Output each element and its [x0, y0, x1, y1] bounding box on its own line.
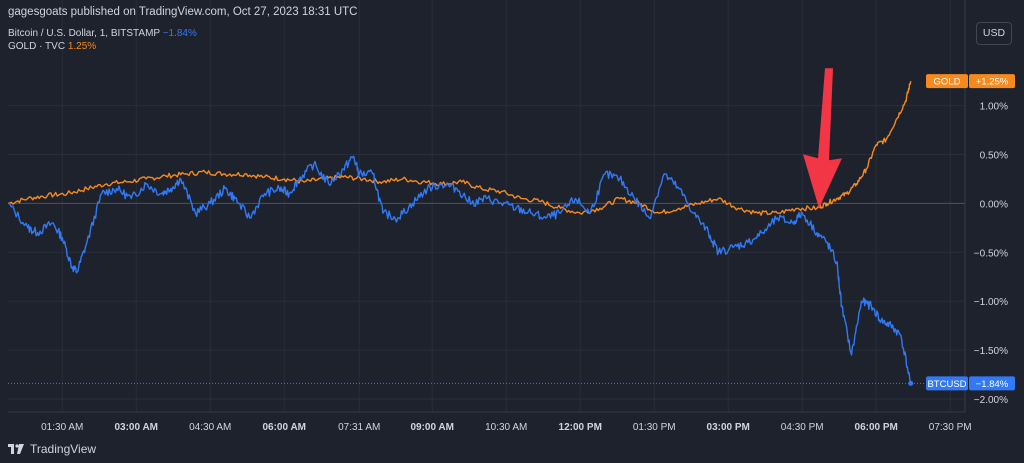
gold-price-tag-name: GOLD: [934, 77, 961, 88]
btc-price-tag-value: −1.84%: [976, 379, 1009, 390]
x-tick-label: 01:30 AM: [41, 422, 83, 433]
x-tick-label: 03:00 PM: [707, 422, 750, 433]
x-tick-label: 01:30 PM: [633, 422, 676, 433]
tradingview-brand[interactable]: TradingView: [8, 442, 96, 456]
btc-last-point: [908, 380, 914, 386]
x-tick-label: 09:00 AM: [410, 422, 454, 433]
y-tick-label: 0.00%: [980, 199, 1008, 210]
y-tick-label: 0.50%: [980, 150, 1008, 161]
x-tick-label: 07:30 PM: [929, 422, 972, 433]
y-tick-label: −2.00%: [974, 395, 1008, 406]
legend-gold-value: 1.25%: [67, 41, 97, 52]
x-tick-label: 04:30 PM: [781, 422, 824, 433]
footer-brand-label: TradingView: [30, 442, 97, 456]
gold-price-tag[interactable]: GOLD +1.25%: [926, 74, 1015, 89]
legend-gold-label: GOLD · TVC: [8, 41, 66, 52]
y-tick-label: 1.00%: [980, 102, 1008, 113]
y-tick-label: −1.00%: [974, 297, 1008, 308]
x-tick-label: 12:00 PM: [559, 422, 602, 433]
x-tick-label: 07:31 AM: [338, 422, 380, 433]
x-tick-label: 06:00 PM: [855, 422, 898, 433]
y-tick-label: −0.50%: [974, 248, 1008, 259]
btc-price-tag-name: BTCUSD: [927, 379, 966, 390]
y-tick-label: −1.50%: [974, 346, 1008, 357]
legend-btc-value: −1.84%: [162, 28, 197, 39]
btc-series-line[interactable]: [8, 155, 912, 384]
publish-info: gagesgoats published on TradingView.com,…: [8, 6, 358, 18]
btc-price-tag[interactable]: BTCUSD −1.84%: [926, 376, 1015, 391]
red-arrow-annotation: [803, 68, 843, 209]
legend-btc[interactable]: Bitcoin / U.S. Dollar, 1, BITSTAMP −1.84…: [8, 28, 197, 39]
x-tick-label: 03:00 AM: [114, 422, 158, 433]
currency-button[interactable]: USD: [976, 22, 1012, 45]
x-tick-label: 04:30 AM: [189, 422, 231, 433]
tradingview-logo-icon: [8, 444, 24, 454]
chart-canvas[interactable]: 1.00% 0.50% 0.00% −0.50% −1.00% −1.50% −2.00% 0…: [0, 0, 1024, 463]
x-tick-label: 10:30 AM: [485, 422, 527, 433]
gold-series-line[interactable]: [7, 81, 912, 216]
legend-gold[interactable]: GOLD · TVC 1.25%: [8, 41, 96, 52]
x-tick-label: 06:00 AM: [262, 422, 306, 433]
gold-price-tag-value: +1.25%: [976, 77, 1009, 88]
legend-btc-label: Bitcoin / U.S. Dollar, 1, BITSTAMP: [8, 28, 160, 39]
